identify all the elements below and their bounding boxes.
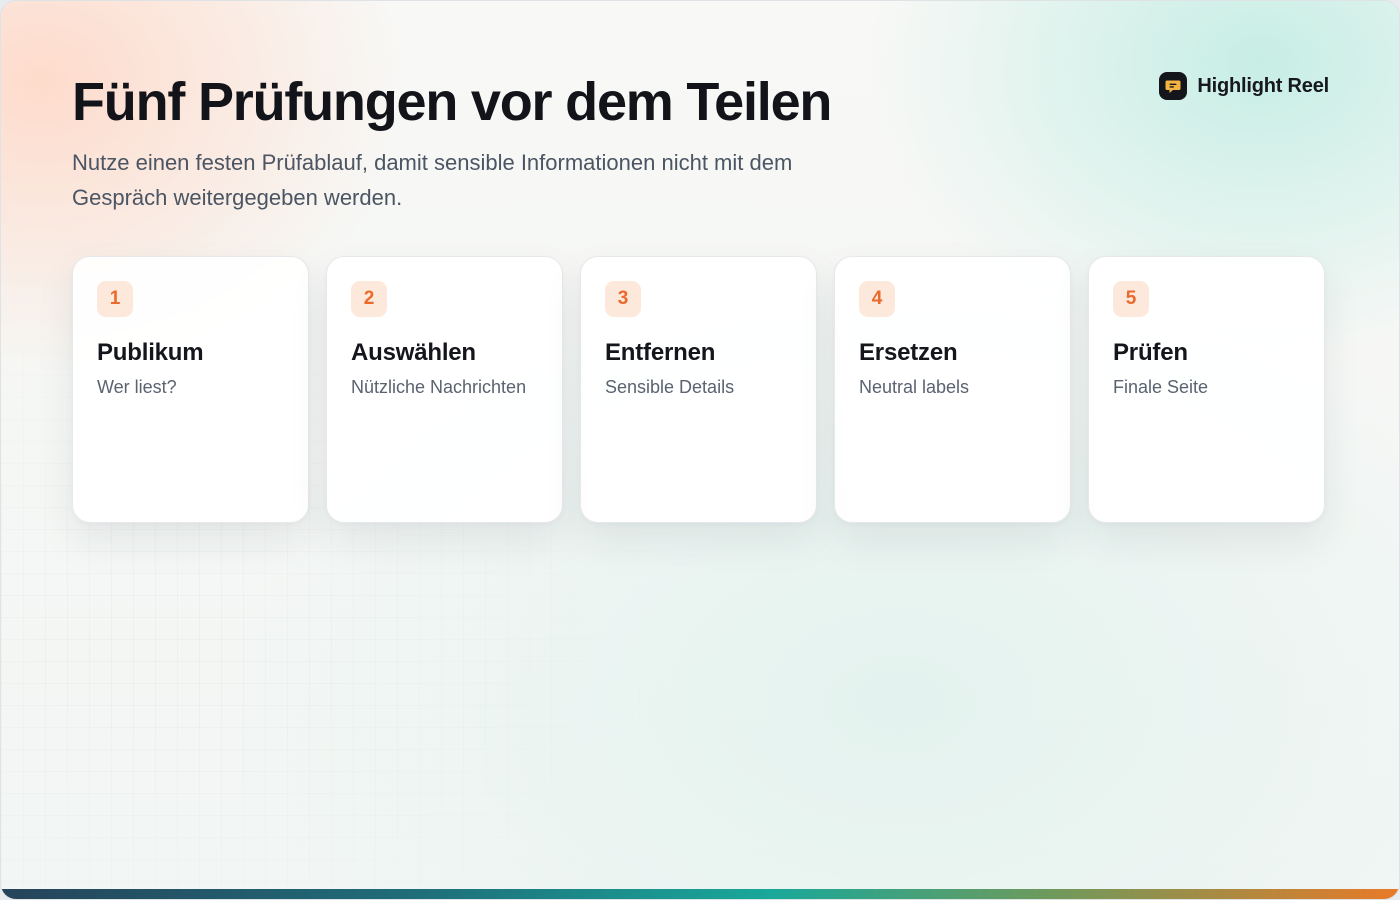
step-number-badge: 4 xyxy=(859,281,895,317)
step-title: Prüfen xyxy=(1113,339,1188,366)
step-card-entfernen: 3 Entfernen Sensible Details xyxy=(580,256,817,523)
step-cards: 1 Publikum Wer liest? 2 Auswählen Nützli… xyxy=(72,256,1325,523)
step-number-badge: 5 xyxy=(1113,281,1149,317)
step-subtitle: Nützliche Nachrichten xyxy=(351,377,527,397)
step-card-publikum: 1 Publikum Wer liest? xyxy=(72,256,309,523)
step-subtitle: Wer liest? xyxy=(97,377,177,397)
step-card-ersetzen: 4 Ersetzen Neutral labels xyxy=(834,256,1071,523)
brand: Highlight Reel xyxy=(1159,71,1329,101)
page-title: Fünf Prüfungen vor dem Teilen xyxy=(72,72,832,132)
step-subtitle: Sensible Details xyxy=(605,377,735,397)
step-title: Auswählen xyxy=(351,339,476,366)
step-subtitle: Neutral labels xyxy=(859,377,970,397)
step-title: Entfernen xyxy=(605,339,716,366)
bottom-accent-bar xyxy=(1,889,1399,899)
step-number-badge: 1 xyxy=(97,281,133,317)
chat-bubble-icon xyxy=(1159,72,1188,100)
step-card-auswaehlen: 2 Auswählen Nützliche Nachrichten xyxy=(326,256,563,523)
step-title: Publikum xyxy=(97,339,204,366)
step-title: Ersetzen xyxy=(859,339,958,366)
step-number-badge: 3 xyxy=(605,281,641,317)
step-subtitle: Finale Seite xyxy=(1113,377,1209,397)
step-number-badge: 2 xyxy=(351,281,387,317)
step-card-pruefen: 5 Prüfen Finale Seite xyxy=(1088,256,1325,523)
page-subtitle: Nutze einen festen Prüfablauf, damit sen… xyxy=(72,150,793,210)
slide-frame: Fünf Prüfungen vor dem Teilen Nutze eine… xyxy=(0,0,1400,900)
brand-name: Highlight Reel xyxy=(1197,74,1329,97)
